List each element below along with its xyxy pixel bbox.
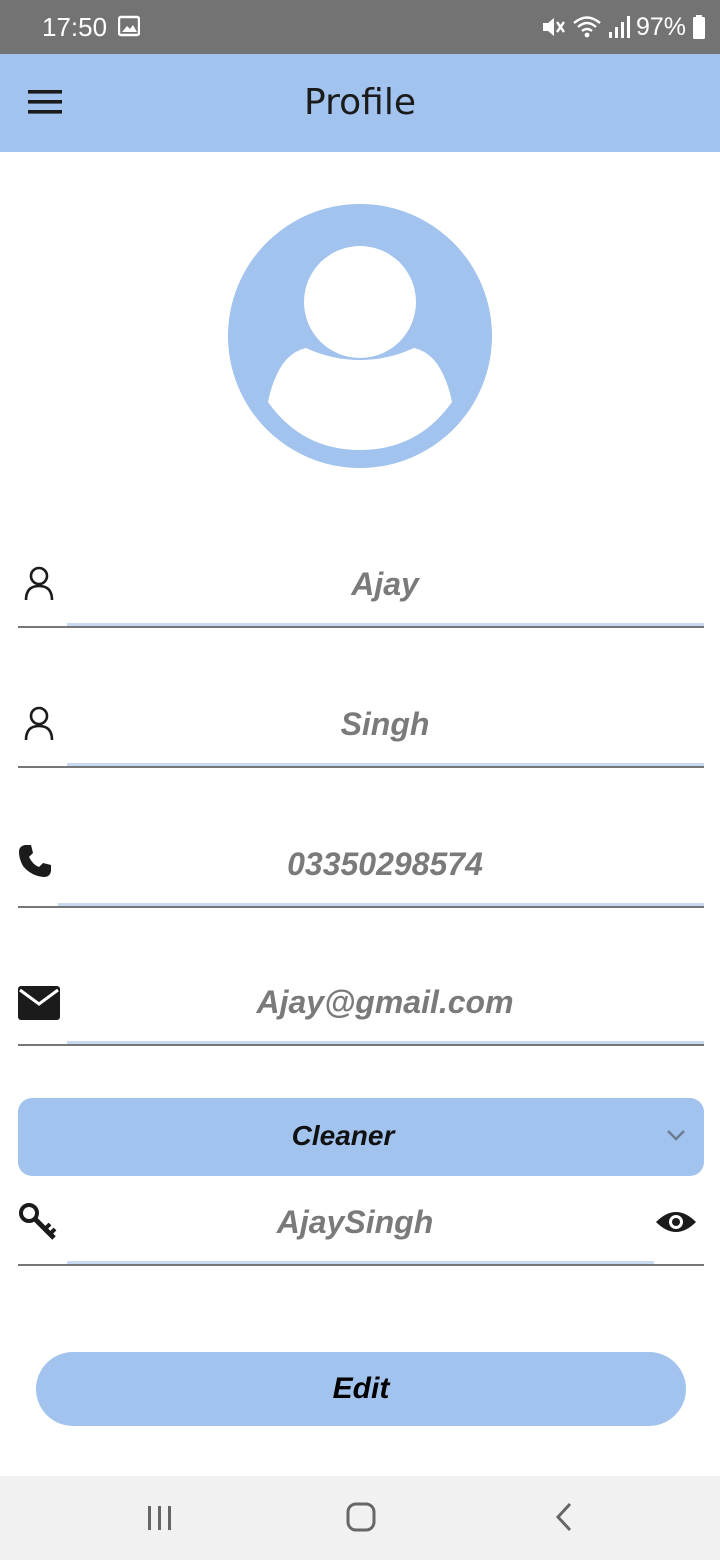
status-bar: 17:50 97% [0, 0, 720, 54]
field-underline [18, 766, 704, 768]
key-icon [19, 1203, 57, 1240]
field-underline [18, 1264, 704, 1266]
avatar-placeholder-icon[interactable] [228, 204, 492, 468]
page-title: Profile [304, 82, 416, 123]
last-name-field [18, 688, 704, 768]
first-name-input[interactable] [66, 548, 704, 620]
password-field [18, 1186, 704, 1266]
back-icon[interactable] [554, 1502, 574, 1532]
system-nav-bar [0, 1476, 720, 1560]
status-icons: 97% [540, 10, 706, 44]
phone-field [18, 828, 704, 908]
battery-percent: 97% [635, 12, 686, 41]
password-input[interactable] [66, 1186, 644, 1258]
role-selected-value: Cleaner [291, 1120, 395, 1151]
home-icon[interactable] [346, 1502, 376, 1532]
eye-icon[interactable] [654, 1208, 698, 1236]
field-underline [18, 626, 704, 628]
field-underline [18, 906, 704, 908]
app-bar: Profile [0, 54, 720, 152]
person-icon [24, 706, 54, 741]
status-time: 17:50 [42, 12, 108, 42]
role-dropdown[interactable]: Cleaner [18, 1098, 704, 1176]
email-field [18, 966, 704, 1046]
recent-apps-icon[interactable] [146, 1504, 174, 1532]
mute-icon [542, 18, 565, 36]
wifi-icon [573, 16, 601, 38]
battery-icon [693, 15, 705, 39]
phone-icon [19, 845, 51, 877]
email-input[interactable] [66, 966, 704, 1038]
image-icon [118, 15, 140, 37]
field-underline [18, 1044, 704, 1046]
last-name-input[interactable] [66, 688, 704, 760]
person-icon [24, 566, 54, 601]
first-name-field [18, 548, 704, 628]
phone-input[interactable] [66, 828, 704, 900]
signal-icon [608, 16, 630, 38]
mail-icon [18, 986, 60, 1020]
edit-button[interactable]: Edit [36, 1352, 686, 1426]
chevron-down-icon [667, 1130, 685, 1141]
